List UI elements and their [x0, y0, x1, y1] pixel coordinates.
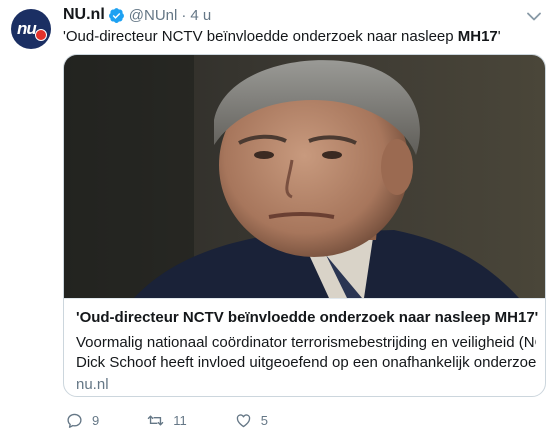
card-image[interactable] — [64, 55, 545, 298]
tweet-text-end: ' — [497, 28, 501, 45]
card-domain: nu.nl — [76, 376, 109, 393]
like-count: 5 — [260, 413, 268, 428]
author-name[interactable]: NU.nl — [63, 6, 105, 24]
card-description-line-2: Dick Schoof heeft invloed uitgeoefend op… — [76, 354, 536, 371]
reply-count: 9 — [92, 413, 100, 428]
nu-nl-logo-dot — [35, 29, 47, 41]
tweet-text: 'Oud-directeur NCTV beïnvloedde onderzoe… — [63, 28, 501, 45]
retweet-icon — [147, 415, 164, 426]
tweet-text-hashtag: MH17 — [457, 28, 498, 45]
verified-badge-icon — [108, 7, 124, 23]
nu-nl-logo-icon: nu — [17, 19, 37, 38]
author-handle[interactable]: @NUnl — [129, 7, 178, 24]
card-description: Voormalig nationaal coördinator terroris… — [76, 333, 536, 373]
tweet-text-plain: 'Oud-directeur NCTV beïnvloedde onderzoe… — [63, 28, 458, 45]
retweet-button[interactable]: 11 — [147, 412, 187, 429]
tweet-actions: 9 11 5 — [66, 412, 316, 429]
reply-icon — [67, 413, 82, 428]
tweet-header: NU.nl @NUnl · 4 u — [63, 6, 211, 24]
timestamp[interactable]: 4 u — [190, 7, 211, 24]
link-card[interactable]: 'Oud-directeur NCTV beïnvloedde onderzoe… — [63, 54, 546, 397]
chevron-down-icon[interactable] — [527, 12, 541, 21]
heart-icon — [236, 414, 250, 428]
reply-button[interactable]: 9 — [66, 412, 99, 429]
card-title: 'Oud-directeur NCTV beïnvloedde onderzoe… — [76, 309, 539, 326]
like-button[interactable]: 5 — [235, 412, 268, 429]
tweet[interactable]: nu NU.nl @NUnl · 4 u 'Oud-directeur NCTV… — [0, 0, 555, 437]
card-body[interactable]: 'Oud-directeur NCTV beïnvloedde onderzoe… — [64, 298, 545, 396]
retweet-count: 11 — [173, 413, 187, 428]
header-separator: · — [181, 6, 187, 24]
man-portrait-photo — [64, 55, 545, 298]
avatar[interactable]: nu — [11, 9, 51, 49]
card-description-line-1: Voormalig nationaal coördinator terroris… — [76, 334, 536, 351]
